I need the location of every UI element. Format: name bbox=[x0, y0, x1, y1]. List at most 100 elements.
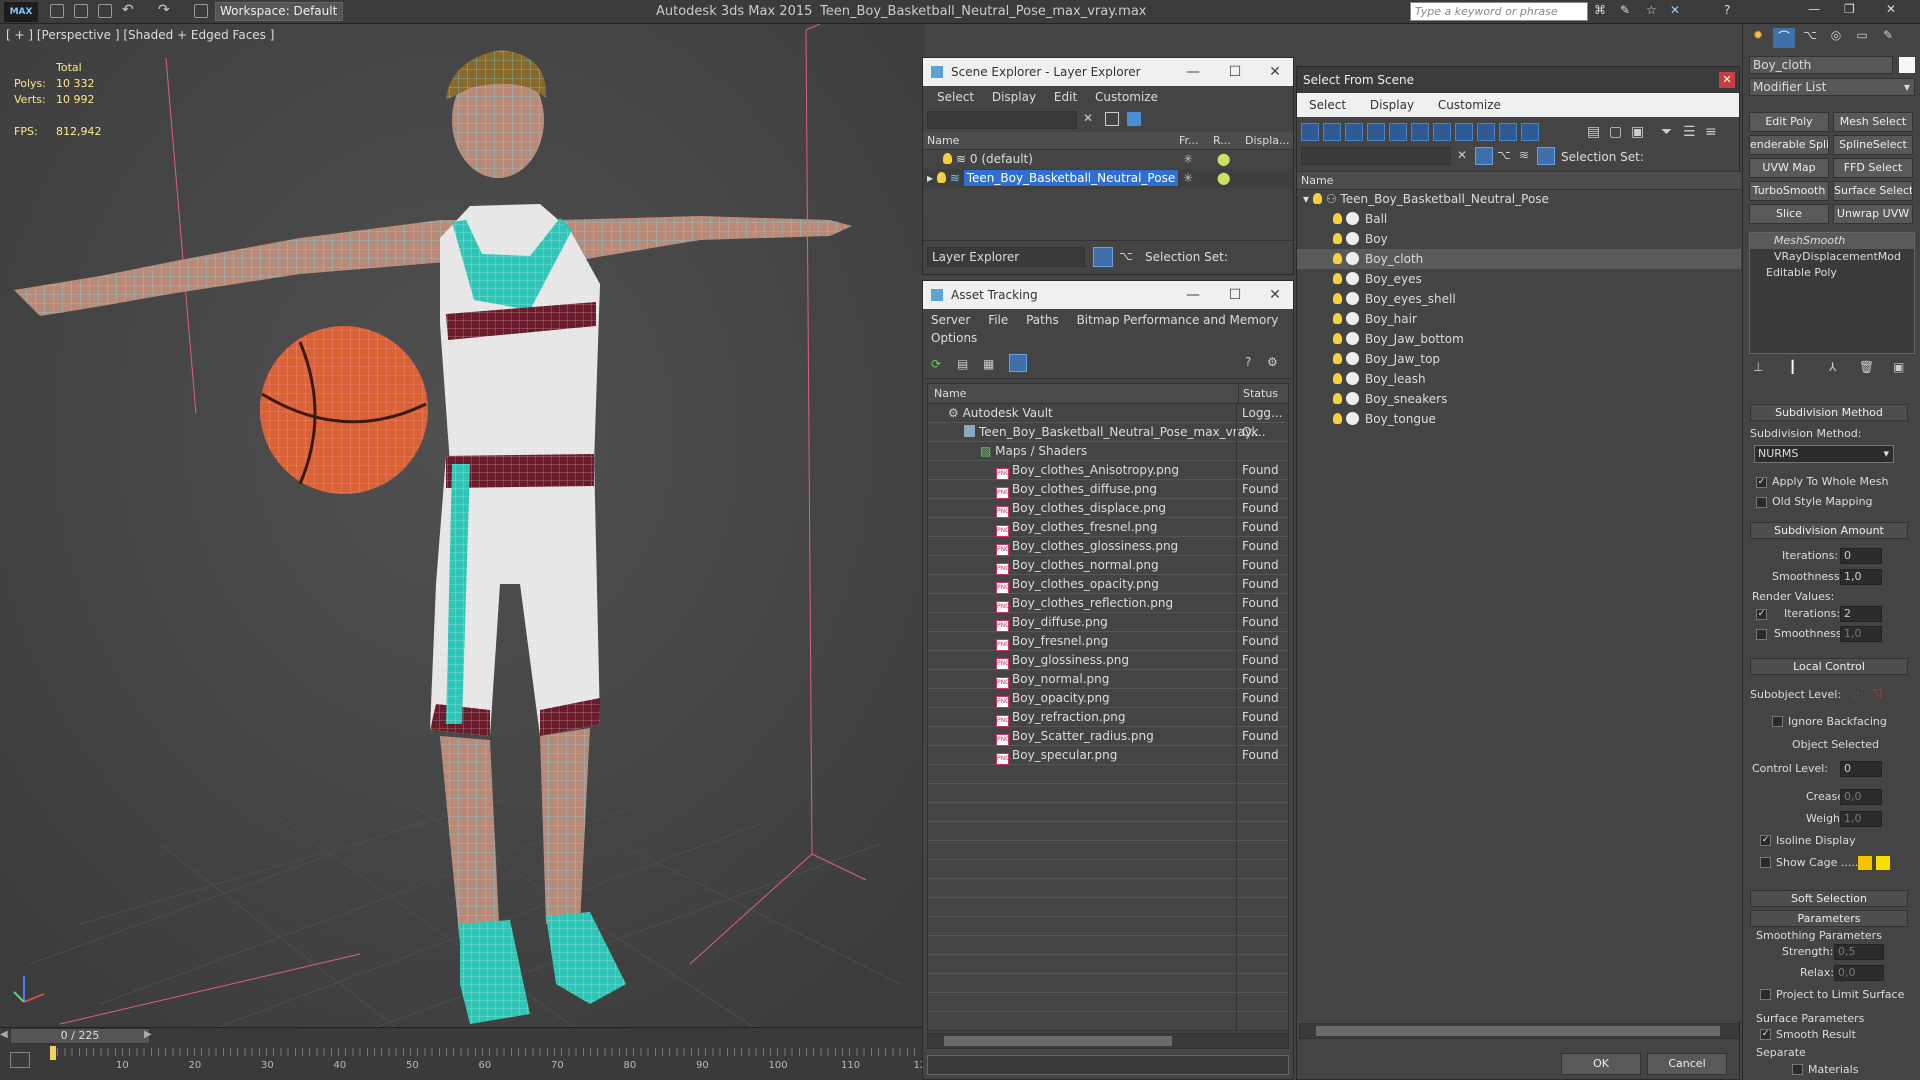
help-icon[interactable]: ? bbox=[1245, 355, 1251, 369]
filter-funnel-icon[interactable]: ⏷ bbox=[1661, 124, 1672, 140]
layer-tools-icon[interactable] bbox=[1127, 112, 1141, 126]
asset-row[interactable]: ⚙ Autodesk Vault Logg... bbox=[928, 404, 1288, 423]
close-icon[interactable]: ✕ bbox=[1886, 2, 1896, 16]
cancel-button[interactable]: Cancel bbox=[1647, 1053, 1727, 1075]
display-groups-icon[interactable] bbox=[1433, 123, 1451, 141]
col-display[interactable]: Displa... bbox=[1245, 132, 1290, 150]
search-input[interactable]: Type a keyword or phrase bbox=[1410, 2, 1588, 21]
timeline-playhead[interactable] bbox=[50, 1046, 56, 1060]
isoline-display-checkbox[interactable]: ✓ bbox=[1760, 835, 1771, 846]
perspective-viewport[interactable]: [ + ] [Perspective ] [Shaded + Edged Fac… bbox=[0, 24, 925, 1046]
display-lights-icon[interactable] bbox=[1345, 123, 1363, 141]
render-iterations-checkbox[interactable]: ✓ bbox=[1756, 609, 1767, 620]
menu-options[interactable]: Options bbox=[931, 331, 977, 345]
lightbulb-icon[interactable] bbox=[1333, 273, 1342, 284]
col-name[interactable]: Name bbox=[934, 384, 966, 404]
display-cameras-icon[interactable] bbox=[1367, 123, 1385, 141]
apply-whole-mesh-checkbox[interactable]: ✓ bbox=[1756, 477, 1767, 488]
maximize-icon[interactable]: ☐ bbox=[1215, 281, 1255, 309]
project-limit-checkbox[interactable] bbox=[1760, 989, 1771, 1000]
col-render[interactable]: R... bbox=[1213, 132, 1231, 150]
object-color-swatch[interactable] bbox=[1899, 57, 1915, 73]
pin-stack-icon[interactable]: ⊥ bbox=[1753, 360, 1763, 374]
display-geometry-icon[interactable] bbox=[1301, 123, 1319, 141]
save-file-icon[interactable] bbox=[98, 4, 112, 18]
control-level-spinner[interactable]: 0 bbox=[1840, 761, 1882, 777]
menu-bitmap-performance[interactable]: Bitmap Performance and Memory bbox=[1077, 313, 1279, 327]
layer-row[interactable]: ≋ 0 (default) ✳ ⬤ bbox=[923, 150, 1293, 169]
new-file-icon[interactable] bbox=[50, 4, 64, 18]
asset-row[interactable]: ▧ Maps / Shaders bbox=[928, 442, 1288, 461]
scene-item-row[interactable]: Boy bbox=[1297, 229, 1741, 249]
layers-icon[interactable]: ≋ bbox=[1519, 148, 1529, 162]
col-name[interactable]: Name bbox=[927, 132, 959, 150]
create-tab-icon[interactable]: ✹ bbox=[1747, 28, 1769, 48]
filter-icon[interactable] bbox=[1105, 112, 1119, 126]
freeze-icon[interactable]: ✳ bbox=[1183, 150, 1193, 169]
modifier-button[interactable]: SplineSelect bbox=[1833, 135, 1913, 155]
display-shapes-icon[interactable] bbox=[1323, 123, 1341, 141]
display-invert-icon[interactable]: ▣ bbox=[1631, 124, 1644, 140]
table-view-icon[interactable] bbox=[1009, 354, 1027, 372]
display-frozen-icon[interactable] bbox=[1521, 123, 1539, 141]
weight-spinner[interactable]: 1,0 bbox=[1840, 811, 1882, 827]
menu-paths[interactable]: Paths bbox=[1026, 313, 1059, 327]
menu-server[interactable]: Server bbox=[931, 313, 970, 327]
asset-row[interactable]: PNG Boy_clothes_diffuse.png Found bbox=[928, 480, 1288, 499]
render-teapot-icon[interactable]: ⬤ bbox=[1217, 169, 1230, 188]
scene-item-row[interactable]: Boy_hair bbox=[1297, 309, 1741, 329]
asset-row[interactable]: PNG Boy_diffuse.png Found bbox=[928, 613, 1288, 632]
redo-icon[interactable]: ↷ bbox=[158, 2, 170, 18]
minimize-icon[interactable]: — bbox=[1808, 2, 1820, 16]
close-icon[interactable]: ✕ bbox=[1719, 72, 1735, 88]
utilities-tab-icon[interactable]: ✎ bbox=[1877, 28, 1899, 48]
asset-path-field[interactable] bbox=[927, 1055, 1289, 1075]
close-icon[interactable]: ✕ bbox=[1255, 58, 1295, 86]
rollout-soft-selection[interactable]: Soft Selection bbox=[1750, 890, 1908, 907]
render-smoothness-checkbox[interactable] bbox=[1756, 629, 1767, 640]
scene-item-row[interactable]: Boy_leash bbox=[1297, 369, 1741, 389]
asset-row[interactable]: PNG Boy_specular.png Found bbox=[928, 746, 1288, 765]
asset-row[interactable]: PNG Boy_Scatter_radius.png Found bbox=[928, 727, 1288, 746]
display-bones-icon[interactable] bbox=[1477, 123, 1495, 141]
asset-row[interactable]: PNG Boy_fresnel.png Found bbox=[928, 632, 1288, 651]
stack-item-vray[interactable]: VRayDisplacementMod bbox=[1750, 249, 1914, 265]
ignore-backfacing-checkbox[interactable] bbox=[1772, 716, 1783, 727]
scene-item-row[interactable]: Boy_cloth bbox=[1297, 249, 1741, 269]
display-all-icon[interactable]: ▤ bbox=[1587, 124, 1600, 140]
key-mode-icon[interactable] bbox=[10, 1052, 30, 1068]
asset-hscrollbar[interactable] bbox=[927, 1033, 1289, 1049]
scene-item-row[interactable]: Boy_Jaw_bottom bbox=[1297, 329, 1741, 349]
iterations-spinner[interactable]: 0 bbox=[1840, 548, 1882, 564]
menu-display[interactable]: Display bbox=[1370, 98, 1414, 112]
modifier-button[interactable]: Edit Poly bbox=[1749, 112, 1829, 132]
lightbulb-icon[interactable] bbox=[1333, 233, 1342, 244]
asset-row[interactable]: PNG Boy_clothes_glossiness.png Found bbox=[928, 537, 1288, 556]
scene-item-row[interactable]: Boy_eyes bbox=[1297, 269, 1741, 289]
menu-edit[interactable]: Edit bbox=[1054, 90, 1077, 104]
relax-spinner[interactable]: 0,0 bbox=[1834, 965, 1884, 981]
asset-row[interactable]: PNG Boy_clothes_opacity.png Found bbox=[928, 575, 1288, 594]
asset-row[interactable]: PNG Boy_glossiness.png Found bbox=[928, 651, 1288, 670]
minimize-icon[interactable]: — bbox=[1173, 58, 1213, 86]
lightbulb-icon[interactable] bbox=[1333, 373, 1342, 384]
crease-spinner[interactable]: 0,0 bbox=[1840, 789, 1882, 805]
col-name[interactable]: Name bbox=[1301, 174, 1333, 187]
modifier-list-dropdown[interactable]: Modifier List ▾ bbox=[1749, 78, 1915, 96]
hierarchy-tab-icon[interactable]: ⌥ bbox=[1799, 28, 1821, 48]
lightbulb-icon[interactable] bbox=[1333, 333, 1342, 344]
expand-arrow-icon[interactable]: ▸ bbox=[927, 171, 937, 185]
scene-explorer-search[interactable] bbox=[927, 111, 1077, 129]
column-icon[interactable]: ☰ bbox=[1683, 124, 1696, 140]
display-helpers-icon[interactable] bbox=[1389, 123, 1407, 141]
subdivision-method-dropdown[interactable]: NURMS ▾ bbox=[1754, 445, 1894, 463]
clear-find-icon[interactable]: ✕ bbox=[1457, 148, 1467, 162]
lightbulb-icon[interactable] bbox=[1333, 353, 1342, 364]
tree-hscrollbar[interactable] bbox=[1299, 1023, 1739, 1039]
time-slider[interactable]: 0 / 225 bbox=[10, 1028, 150, 1044]
asset-row[interactable]: PNG Boy_clothes_normal.png Found bbox=[928, 556, 1288, 575]
old-style-mapping-checkbox[interactable] bbox=[1756, 497, 1767, 508]
find-input[interactable] bbox=[1301, 147, 1451, 165]
modifier-button[interactable]: enderable Spli bbox=[1749, 135, 1829, 155]
modifier-button[interactable]: Unwrap UVW bbox=[1833, 204, 1913, 224]
